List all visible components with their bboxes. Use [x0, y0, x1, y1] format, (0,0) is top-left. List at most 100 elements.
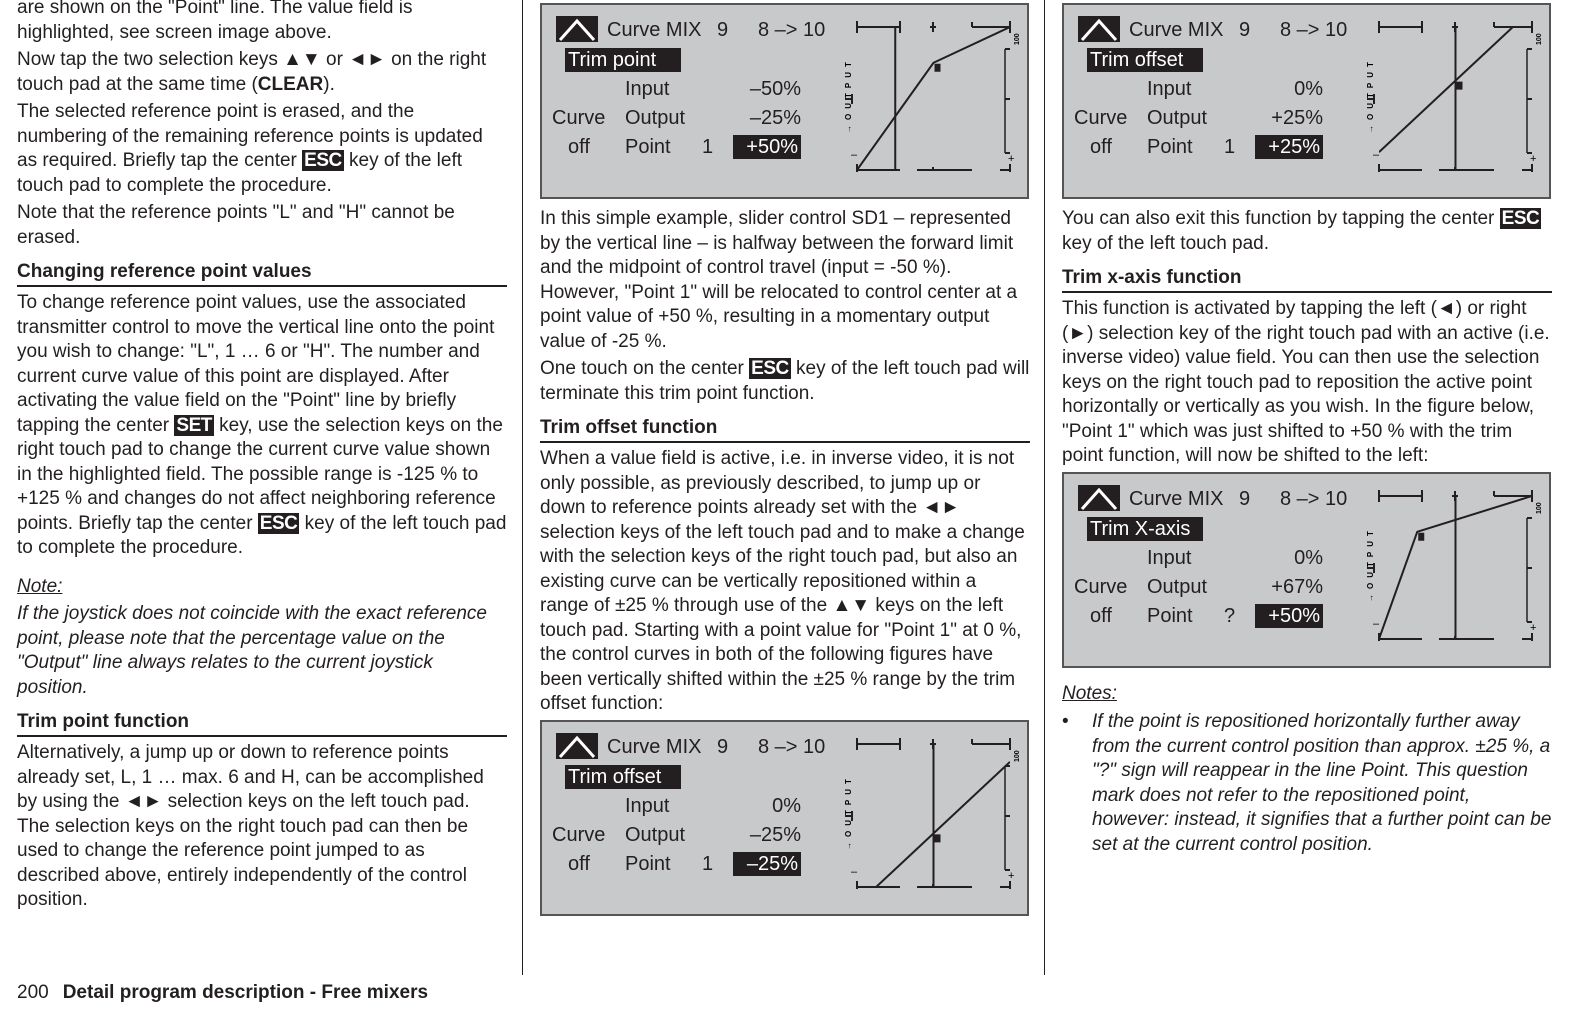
point-value: –25%: [733, 851, 801, 876]
mode-label: Trim offset: [565, 764, 681, 789]
minus-label: –: [851, 866, 858, 878]
note-text: If the joystick does not coincide with t…: [17, 603, 487, 698]
minus-label: –: [1373, 149, 1380, 161]
output-label: Output: [625, 107, 686, 129]
minus-label: –: [851, 149, 858, 161]
point-number: 1: [1224, 136, 1236, 158]
mix-number: 9: [717, 19, 729, 41]
section-heading: Changing reference point values: [17, 260, 507, 287]
point-label: Point: [1147, 604, 1193, 627]
curve-label: Curve: [1074, 575, 1128, 598]
mix-route: 8 –> 10: [758, 735, 826, 758]
note-item: If the point is repositioned horizontall…: [1062, 710, 1552, 857]
plus-label: +: [1530, 622, 1536, 634]
point-number: 1: [702, 136, 714, 158]
curve-state: off: [568, 852, 590, 875]
scale-label: 100: [1536, 33, 1543, 45]
caret-up-icon: [1080, 18, 1118, 42]
point-marker: [1418, 532, 1425, 541]
plus-label: +: [1008, 153, 1014, 165]
key-label-esc: ESC: [1499, 208, 1542, 229]
curve-label: Curve: [1074, 107, 1128, 129]
paragraph: To change reference point values, use th…: [17, 292, 507, 558]
paragraph: are shown on the "Point" line. The value…: [17, 0, 413, 43]
notes-list: If the point is repositioned horizontall…: [1062, 710, 1552, 857]
curve-state: off: [1090, 136, 1112, 158]
curve-state: off: [1090, 604, 1112, 627]
paragraph: The selected reference point is erased, …: [17, 101, 483, 196]
output-label: Output: [1147, 107, 1208, 129]
screen-title: Curve MIX: [1129, 487, 1224, 510]
screen-title: Curve MIX: [1129, 19, 1224, 41]
point-number: ?: [1224, 604, 1236, 627]
paragraph: Alternatively, a jump up or down to refe…: [17, 742, 484, 910]
mix-number: 9: [717, 735, 729, 758]
output-label: Output: [625, 823, 686, 846]
minus-label: –: [1373, 618, 1380, 630]
section-heading: Trim offset function: [540, 416, 1030, 443]
output-value: –25%: [749, 107, 801, 129]
paragraph: In this simple example, slider control S…: [540, 208, 1018, 352]
curve-label: Curve: [552, 107, 606, 129]
point-marker: [934, 833, 941, 842]
mode-label: Trim offset: [1087, 48, 1203, 72]
input-value: –50%: [749, 78, 801, 100]
mix-number: 9: [1239, 19, 1251, 41]
scale-label: 100: [1014, 750, 1021, 762]
curve-graph: – + →OUTPUT 100: [844, 21, 1021, 172]
caret-up-icon: [558, 18, 596, 42]
mode-label: Trim point: [565, 48, 681, 72]
key-label-set: SET: [174, 414, 214, 436]
scale-label: 100: [1536, 502, 1543, 514]
mix-route: 8 –> 10: [758, 19, 826, 41]
caret-shape: [1080, 487, 1118, 510]
point-label: Point: [625, 136, 671, 158]
paragraph: This function is activated by tapping th…: [1062, 298, 1550, 466]
page-footer: 200 Detail program description - Free mix…: [17, 982, 428, 1004]
input-label: Input: [625, 794, 670, 817]
note-label: Notes:: [1062, 682, 1117, 704]
point-value: +25%: [1255, 135, 1323, 159]
input-value: 0%: [1294, 546, 1323, 569]
column-divider: [1044, 0, 1045, 975]
column-3: Curve MIX 9 8 –> 10 Trim offset Curve off Inpu…: [1062, 3, 1552, 857]
output-value: +25%: [1271, 107, 1323, 129]
output-axis-label: →OUTPUT: [844, 774, 853, 850]
lcd-screen: Curve MIX 9 8 –> 10 Trim offset Curve off Inpu…: [540, 719, 1029, 916]
output-value: +67%: [1271, 575, 1323, 598]
screen-title: Curve MIX: [607, 19, 702, 41]
section-heading: Trim x-axis function: [1062, 266, 1552, 293]
curve-label: Curve: [552, 823, 606, 846]
paragraph: Note that the reference points "L" and "…: [17, 202, 455, 248]
column-divider: [522, 0, 523, 975]
paragraph: Now tap the two selection keys ▲▼ or ◄► …: [17, 49, 487, 95]
input-value: 0%: [1294, 78, 1323, 100]
lcd-screen: Curve MIX 9 8 –> 10 Trim X-axis Curve off Inpu…: [1062, 471, 1551, 668]
column-2: Curve MIX 9 8 –> 10 Trim point Curve off Input…: [540, 3, 1030, 924]
lcd-screen: Curve MIX 9 8 –> 10 Trim point Curve off Input…: [540, 3, 1029, 199]
point-value: +50%: [733, 135, 801, 159]
point-value: +50%: [1255, 603, 1323, 628]
mix-route: 8 –> 10: [1280, 19, 1348, 41]
paragraph: One touch on the center ESC key of the l…: [540, 358, 1030, 404]
key-label-esc: ESC: [749, 358, 791, 379]
paragraph: When a value field is active, i.e. in in…: [540, 448, 1025, 714]
mode-label: Trim X-axis: [1087, 516, 1203, 541]
curve-graph: – + →OUTPUT 100: [1366, 21, 1543, 172]
curve-state: off: [568, 136, 590, 158]
scale-label: 100: [1014, 33, 1021, 45]
point-marker: [1456, 81, 1463, 90]
key-label-esc: ESC: [302, 150, 344, 171]
paragraph: You can also exit this function by tappi…: [1062, 208, 1542, 254]
curve-line: [857, 27, 1010, 170]
footer-title: Detail program description - Free mixers: [62, 982, 429, 1003]
curve-graph: – + →OUTPUT 100: [1366, 489, 1543, 641]
plus-label: +: [1530, 153, 1536, 165]
point-number: 1: [702, 852, 714, 875]
screen-title: Curve MIX: [607, 735, 702, 758]
output-label: Output: [1147, 575, 1208, 598]
curve-graph: – + →OUTPUT 100: [844, 737, 1021, 889]
mix-number: 9: [1239, 487, 1251, 510]
caret-shape: [558, 18, 596, 42]
point-label: Point: [625, 852, 671, 875]
